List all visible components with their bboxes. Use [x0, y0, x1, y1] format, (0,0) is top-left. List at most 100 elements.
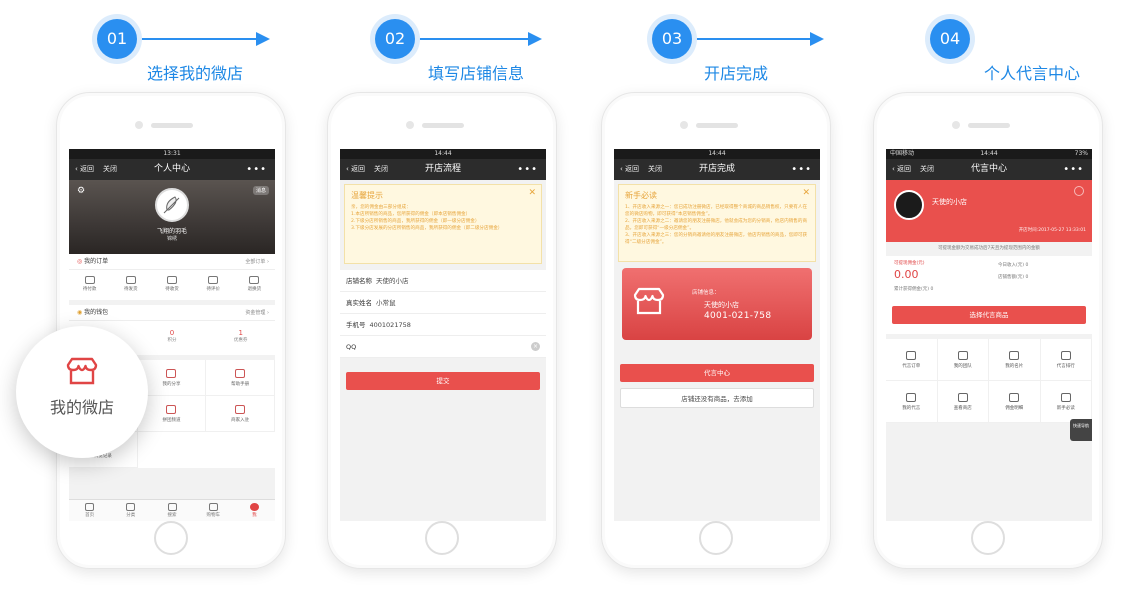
step-label: 填写店铺信息 — [427, 64, 524, 83]
orders-title: 我的订单 — [84, 258, 109, 265]
wallet-coupon[interactable]: 1 优惠券 — [206, 321, 275, 355]
tab-label: 购物车 — [206, 513, 220, 518]
document-icon — [906, 351, 917, 360]
step-number: 01 — [97, 19, 137, 59]
home-button[interactable] — [425, 521, 459, 555]
order-pending-payment[interactable]: 待付款 — [69, 270, 110, 300]
tab-home[interactable]: 首页 — [69, 500, 110, 521]
status-bar: 中国移动 14:44 73% — [886, 149, 1092, 159]
add-products-button[interactable]: 店铺还没有商品，去添加 — [620, 388, 814, 408]
field-label: 真实姓名 — [346, 299, 372, 307]
order-pending-receive[interactable]: 待收货 — [151, 270, 192, 300]
tab-cart[interactable]: 购物车 — [193, 500, 234, 521]
wallet-value: 0 — [169, 329, 175, 337]
all-orders-link[interactable]: 全部订单 › — [245, 254, 269, 270]
wallet-label: 积分 — [167, 338, 177, 343]
endorse-center-button[interactable]: 代言中心 — [620, 364, 814, 382]
more-icon[interactable]: ••• — [1063, 159, 1084, 180]
total-commission: 累计获得佣金(元) 0 — [894, 287, 934, 292]
grid-commission-detail[interactable]: 佣金明细 — [989, 381, 1041, 423]
status-time: 13:31 — [163, 150, 181, 157]
trophy-icon — [1060, 351, 1071, 360]
more-icon[interactable]: ••• — [791, 159, 812, 180]
home-button[interactable] — [699, 521, 733, 555]
tip-line: 亲，您的佣金由三部分组成： — [351, 205, 411, 210]
order-cell-label: 待付款 — [82, 287, 97, 292]
status-bar: 14:44 — [340, 149, 546, 159]
avatar[interactable] — [894, 190, 924, 220]
order-cell-label: 待收货 — [165, 287, 179, 292]
avatar[interactable] — [155, 188, 189, 222]
gear-icon[interactable] — [1074, 186, 1084, 196]
tab-me[interactable]: 我 — [234, 500, 275, 521]
user-name: 飞翔的羽毛 — [156, 228, 187, 235]
grid-view-store[interactable]: 查看商店 — [937, 381, 989, 423]
arrow-right-icon — [528, 32, 542, 46]
more-icon[interactable]: ••• — [246, 159, 267, 180]
tip-line: 2.下级分店所销售的商品，我所获得的佣金（即一级分店佣金） — [351, 219, 480, 224]
tip-line: 3.下级分店发展的分店所销售的商品，我所获得的佣金（即二级分店佣金） — [351, 226, 503, 231]
store-icon — [633, 287, 665, 315]
home-button[interactable] — [971, 521, 1005, 555]
status-bar: 14:44 — [614, 149, 820, 159]
wallet-icon: ◉ — [77, 309, 83, 316]
withdrawable-label: 可提现佣金(元) — [894, 261, 925, 266]
book-icon — [235, 369, 246, 378]
orders-header[interactable]: ◎ 我的订单 全部订单 › — [69, 254, 275, 270]
tip-line: 3、开店收入来源之三：您的分销商邀请他的朋友注册微店，他店内销售的商品，您即可获… — [625, 233, 808, 245]
grid-endorse-orders[interactable]: 代言订单 — [886, 339, 938, 381]
message-button[interactable]: 消息 — [252, 186, 269, 195]
arrow-right-icon — [810, 32, 824, 46]
order-icon: ◎ — [77, 258, 83, 265]
wallet-header[interactable]: ◉ 我的钱包 资金管理 › — [69, 305, 275, 321]
camera — [680, 121, 688, 129]
tip-box: 新手必读 1、开店收入来源之一：您已成功注册微店，已经取得整个商城的商品销售权，… — [618, 184, 816, 262]
grid-label: 新手必读 — [1056, 406, 1075, 411]
field-label: 店铺名称 — [346, 277, 372, 285]
tab-search[interactable]: 搜索 — [151, 500, 192, 521]
qq-field[interactable]: QQ × — [340, 336, 546, 358]
shop-header: 天使的小店 开店时间:2017-05-27 13:33:01 — [886, 180, 1092, 242]
order-pending-review[interactable]: 待评价 — [193, 270, 234, 300]
phone-field[interactable]: 手机号 4001021758 — [340, 314, 546, 336]
package-icon — [125, 276, 136, 284]
truck-icon — [167, 276, 177, 284]
feather-icon — [163, 196, 180, 214]
grid-my-card[interactable]: 我的名片 — [989, 339, 1041, 381]
withdrawable-amount: 0.00 — [894, 268, 919, 281]
page-title: 个人中心 — [153, 164, 190, 174]
tip-line: 1、开店收入来源之一：您已成功注册微店，已经取得整个商城的商品销售权，只要有人在… — [625, 205, 808, 217]
grid-help[interactable]: 帮助手册 — [206, 360, 275, 396]
grid-beginner-guide[interactable]: 新手必读 — [1040, 381, 1092, 423]
fund-manage-link[interactable]: 资金管理 › — [245, 305, 269, 321]
select-products-button[interactable]: 选择代言商品 — [892, 306, 1086, 324]
quick-nav-tab[interactable]: 快速导航 — [1070, 419, 1092, 441]
nav-bar: ‹ 返回 关闭 个人中心 ••• — [69, 159, 275, 180]
page-title: 开店完成 — [698, 164, 735, 174]
order-pending-ship[interactable]: 待发货 — [110, 270, 151, 300]
order-returns[interactable]: 退换货 — [234, 270, 275, 300]
store-name-field[interactable]: 店铺名称 天使的小店 — [340, 270, 546, 292]
grid-my-team[interactable]: 我的团队 — [937, 339, 989, 381]
my-store-callout[interactable]: 我的微店 — [16, 326, 148, 458]
close-icon[interactable]: ✕ — [528, 188, 536, 198]
wallet-points[interactable]: 0 积分 — [138, 321, 207, 355]
commission-stats: 可提现佣金(元) 0.00 累计获得佣金(元) 0 今日收入(元) 0 店铺售额… — [886, 256, 1092, 334]
wallet-value: 1 — [238, 329, 243, 337]
more-icon[interactable]: ••• — [517, 159, 538, 180]
grid-merchant[interactable]: 商家入驻 — [206, 396, 275, 432]
clear-icon[interactable]: × — [531, 342, 540, 351]
tab-category[interactable]: 分类 — [110, 500, 151, 521]
step-label: 开店完成 — [703, 64, 768, 83]
home-button[interactable] — [154, 521, 188, 555]
store-info-label: 店铺信息： — [692, 290, 720, 296]
real-name-field[interactable]: 真实姓名 小常鼠 — [340, 292, 546, 314]
grid-my-endorse[interactable]: 我的代言 — [886, 381, 938, 423]
gear-icon[interactable]: ⚙ — [77, 186, 85, 196]
step-label: 个人代言中心 — [983, 64, 1080, 83]
grid-ranking[interactable]: 代言排行 — [1040, 339, 1092, 381]
submit-button[interactable]: 提交 — [346, 372, 540, 390]
close-icon[interactable]: ✕ — [802, 188, 810, 198]
open-date: 开店时间:2017-05-27 13:33:01 — [1018, 228, 1086, 233]
phone-store-complete: 14:44 ‹ 返回 关闭 开店完成 ••• 新手必读 1、开店收入来源之一：您… — [601, 92, 831, 569]
